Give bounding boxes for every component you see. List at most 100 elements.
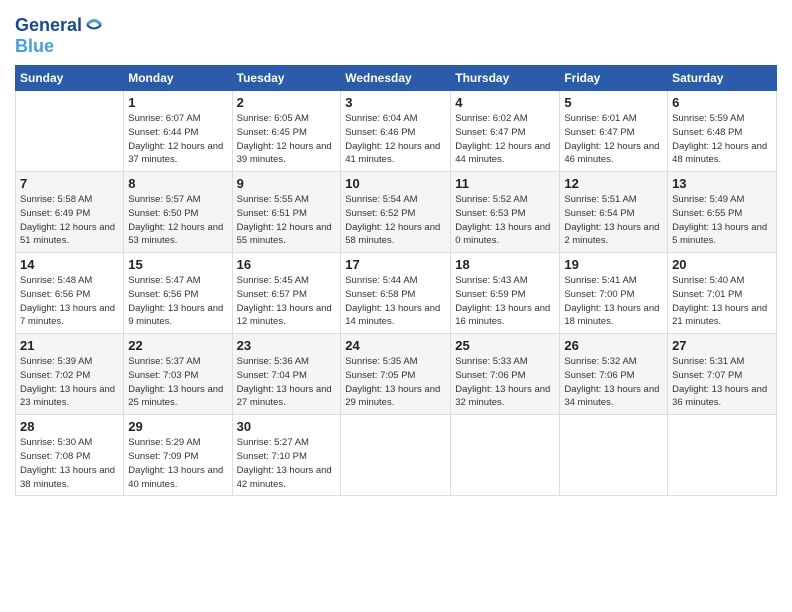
day-cell: 15 Sunrise: 5:47 AMSunset: 6:56 PMDaylig… xyxy=(124,253,232,334)
sun-info: Sunrise: 5:59 AMSunset: 6:48 PMDaylight:… xyxy=(672,113,767,165)
day-number: 12 xyxy=(564,176,663,191)
sun-info: Sunrise: 5:30 AMSunset: 7:08 PMDaylight:… xyxy=(20,437,115,489)
day-number: 3 xyxy=(345,95,446,110)
day-cell: 30 Sunrise: 5:27 AMSunset: 7:10 PMDaylig… xyxy=(232,415,341,496)
weekday-header-sunday: Sunday xyxy=(16,66,124,91)
day-number: 4 xyxy=(455,95,555,110)
day-cell xyxy=(560,415,668,496)
sun-info: Sunrise: 5:44 AMSunset: 6:58 PMDaylight:… xyxy=(345,275,440,327)
week-row-1: 1 Sunrise: 6:07 AMSunset: 6:44 PMDayligh… xyxy=(16,91,777,172)
day-number: 14 xyxy=(20,257,119,272)
weekday-header-saturday: Saturday xyxy=(668,66,777,91)
day-cell: 18 Sunrise: 5:43 AMSunset: 6:59 PMDaylig… xyxy=(451,253,560,334)
day-cell: 23 Sunrise: 5:36 AMSunset: 7:04 PMDaylig… xyxy=(232,334,341,415)
day-cell: 22 Sunrise: 5:37 AMSunset: 7:03 PMDaylig… xyxy=(124,334,232,415)
day-number: 5 xyxy=(564,95,663,110)
weekday-header-friday: Friday xyxy=(560,66,668,91)
day-cell: 17 Sunrise: 5:44 AMSunset: 6:58 PMDaylig… xyxy=(341,253,451,334)
sun-info: Sunrise: 5:49 AMSunset: 6:55 PMDaylight:… xyxy=(672,194,767,246)
sun-info: Sunrise: 5:48 AMSunset: 6:56 PMDaylight:… xyxy=(20,275,115,327)
week-row-3: 14 Sunrise: 5:48 AMSunset: 6:56 PMDaylig… xyxy=(16,253,777,334)
day-number: 10 xyxy=(345,176,446,191)
day-number: 24 xyxy=(345,338,446,353)
logo: General Blue xyxy=(15,14,105,57)
logo-icon xyxy=(83,14,105,36)
day-number: 1 xyxy=(128,95,227,110)
day-number: 27 xyxy=(672,338,772,353)
day-cell: 27 Sunrise: 5:31 AMSunset: 7:07 PMDaylig… xyxy=(668,334,777,415)
sun-info: Sunrise: 5:36 AMSunset: 7:04 PMDaylight:… xyxy=(237,356,332,408)
weekday-header-tuesday: Tuesday xyxy=(232,66,341,91)
day-cell: 12 Sunrise: 5:51 AMSunset: 6:54 PMDaylig… xyxy=(560,172,668,253)
weekday-header-row: SundayMondayTuesdayWednesdayThursdayFrid… xyxy=(16,66,777,91)
day-cell: 3 Sunrise: 6:04 AMSunset: 6:46 PMDayligh… xyxy=(341,91,451,172)
day-number: 21 xyxy=(20,338,119,353)
sun-info: Sunrise: 5:39 AMSunset: 7:02 PMDaylight:… xyxy=(20,356,115,408)
sun-info: Sunrise: 6:01 AMSunset: 6:47 PMDaylight:… xyxy=(564,113,659,165)
sun-info: Sunrise: 5:29 AMSunset: 7:09 PMDaylight:… xyxy=(128,437,223,489)
week-row-5: 28 Sunrise: 5:30 AMSunset: 7:08 PMDaylig… xyxy=(16,415,777,496)
calendar-container: General Blue SundayMondayTuesdayWednesda… xyxy=(0,0,792,506)
weekday-header-thursday: Thursday xyxy=(451,66,560,91)
sun-info: Sunrise: 5:45 AMSunset: 6:57 PMDaylight:… xyxy=(237,275,332,327)
sun-info: Sunrise: 5:55 AMSunset: 6:51 PMDaylight:… xyxy=(237,194,332,246)
day-cell: 11 Sunrise: 5:52 AMSunset: 6:53 PMDaylig… xyxy=(451,172,560,253)
sun-info: Sunrise: 5:32 AMSunset: 7:06 PMDaylight:… xyxy=(564,356,659,408)
day-cell: 19 Sunrise: 5:41 AMSunset: 7:00 PMDaylig… xyxy=(560,253,668,334)
day-cell xyxy=(451,415,560,496)
day-cell: 6 Sunrise: 5:59 AMSunset: 6:48 PMDayligh… xyxy=(668,91,777,172)
sun-info: Sunrise: 5:51 AMSunset: 6:54 PMDaylight:… xyxy=(564,194,659,246)
sun-info: Sunrise: 5:57 AMSunset: 6:50 PMDaylight:… xyxy=(128,194,223,246)
sun-info: Sunrise: 5:52 AMSunset: 6:53 PMDaylight:… xyxy=(455,194,550,246)
sun-info: Sunrise: 5:27 AMSunset: 7:10 PMDaylight:… xyxy=(237,437,332,489)
day-cell: 13 Sunrise: 5:49 AMSunset: 6:55 PMDaylig… xyxy=(668,172,777,253)
day-number: 16 xyxy=(237,257,337,272)
sun-info: Sunrise: 5:37 AMSunset: 7:03 PMDaylight:… xyxy=(128,356,223,408)
week-row-2: 7 Sunrise: 5:58 AMSunset: 6:49 PMDayligh… xyxy=(16,172,777,253)
logo-text-general: General xyxy=(15,15,82,36)
day-cell: 24 Sunrise: 5:35 AMSunset: 7:05 PMDaylig… xyxy=(341,334,451,415)
sun-info: Sunrise: 5:35 AMSunset: 7:05 PMDaylight:… xyxy=(345,356,440,408)
sun-info: Sunrise: 5:58 AMSunset: 6:49 PMDaylight:… xyxy=(20,194,115,246)
day-cell: 26 Sunrise: 5:32 AMSunset: 7:06 PMDaylig… xyxy=(560,334,668,415)
day-cell: 2 Sunrise: 6:05 AMSunset: 6:45 PMDayligh… xyxy=(232,91,341,172)
sun-info: Sunrise: 5:54 AMSunset: 6:52 PMDaylight:… xyxy=(345,194,440,246)
day-number: 19 xyxy=(564,257,663,272)
day-cell: 1 Sunrise: 6:07 AMSunset: 6:44 PMDayligh… xyxy=(124,91,232,172)
calendar-table: SundayMondayTuesdayWednesdayThursdayFrid… xyxy=(15,65,777,496)
day-cell: 7 Sunrise: 5:58 AMSunset: 6:49 PMDayligh… xyxy=(16,172,124,253)
sun-info: Sunrise: 5:31 AMSunset: 7:07 PMDaylight:… xyxy=(672,356,767,408)
sun-info: Sunrise: 6:07 AMSunset: 6:44 PMDaylight:… xyxy=(128,113,223,165)
day-cell xyxy=(16,91,124,172)
day-number: 28 xyxy=(20,419,119,434)
day-cell: 20 Sunrise: 5:40 AMSunset: 7:01 PMDaylig… xyxy=(668,253,777,334)
day-cell xyxy=(668,415,777,496)
day-cell: 14 Sunrise: 5:48 AMSunset: 6:56 PMDaylig… xyxy=(16,253,124,334)
weekday-header-wednesday: Wednesday xyxy=(341,66,451,91)
day-number: 25 xyxy=(455,338,555,353)
sun-info: Sunrise: 5:40 AMSunset: 7:01 PMDaylight:… xyxy=(672,275,767,327)
sun-info: Sunrise: 5:43 AMSunset: 6:59 PMDaylight:… xyxy=(455,275,550,327)
header: General Blue xyxy=(15,10,777,57)
sun-info: Sunrise: 5:41 AMSunset: 7:00 PMDaylight:… xyxy=(564,275,659,327)
day-number: 13 xyxy=(672,176,772,191)
day-cell: 9 Sunrise: 5:55 AMSunset: 6:51 PMDayligh… xyxy=(232,172,341,253)
day-cell: 25 Sunrise: 5:33 AMSunset: 7:06 PMDaylig… xyxy=(451,334,560,415)
sun-info: Sunrise: 5:47 AMSunset: 6:56 PMDaylight:… xyxy=(128,275,223,327)
day-cell xyxy=(341,415,451,496)
day-number: 26 xyxy=(564,338,663,353)
day-number: 2 xyxy=(237,95,337,110)
day-cell: 29 Sunrise: 5:29 AMSunset: 7:09 PMDaylig… xyxy=(124,415,232,496)
day-number: 11 xyxy=(455,176,555,191)
day-number: 15 xyxy=(128,257,227,272)
day-number: 23 xyxy=(237,338,337,353)
weekday-header-monday: Monday xyxy=(124,66,232,91)
sun-info: Sunrise: 6:02 AMSunset: 6:47 PMDaylight:… xyxy=(455,113,550,165)
day-cell: 5 Sunrise: 6:01 AMSunset: 6:47 PMDayligh… xyxy=(560,91,668,172)
day-number: 20 xyxy=(672,257,772,272)
day-number: 8 xyxy=(128,176,227,191)
day-number: 29 xyxy=(128,419,227,434)
sun-info: Sunrise: 5:33 AMSunset: 7:06 PMDaylight:… xyxy=(455,356,550,408)
day-number: 17 xyxy=(345,257,446,272)
day-number: 6 xyxy=(672,95,772,110)
